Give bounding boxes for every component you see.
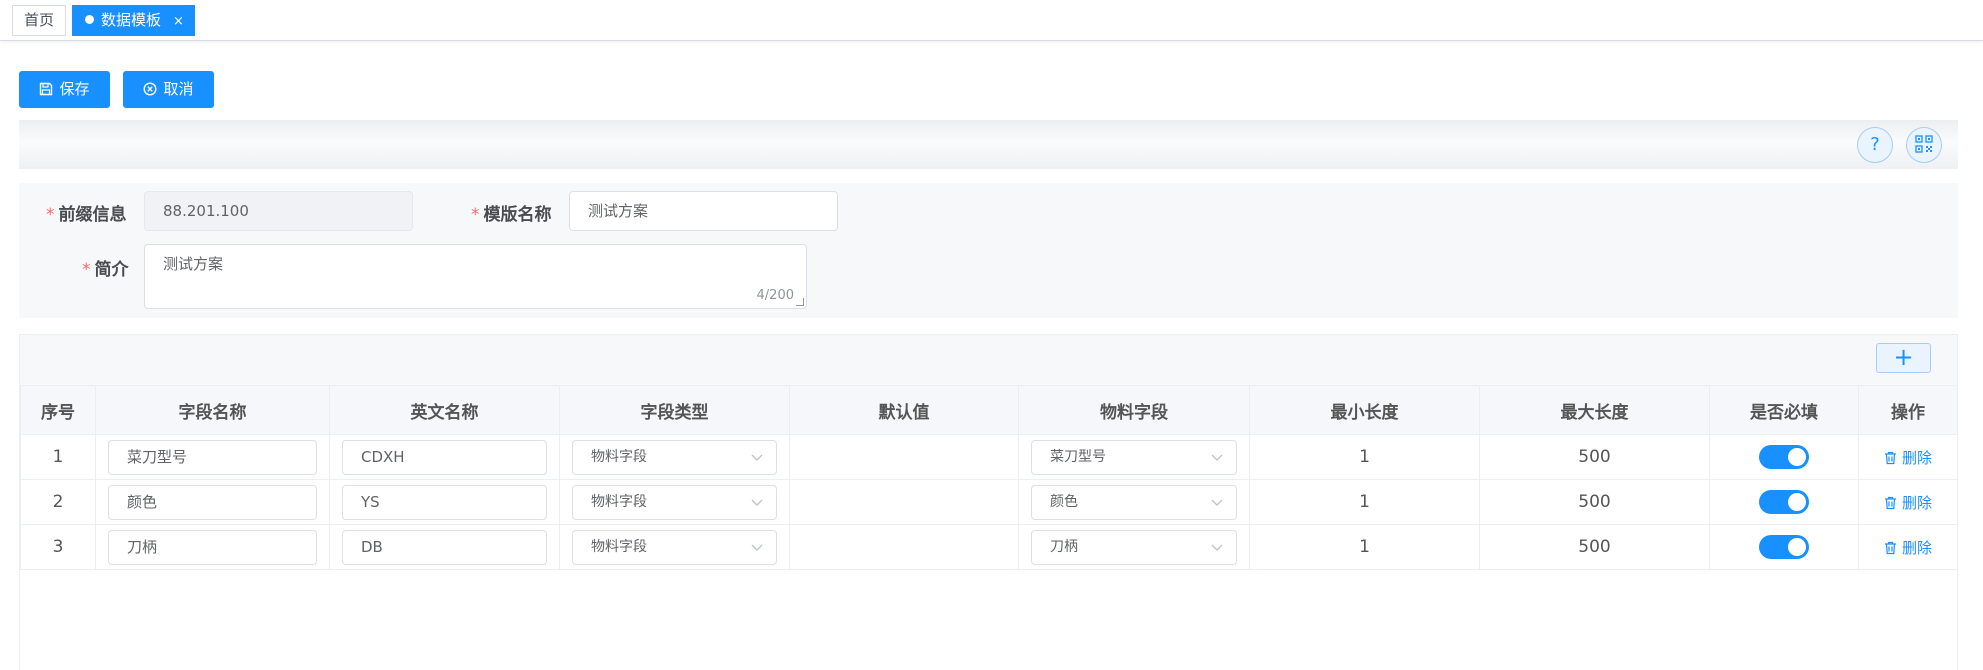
field-name-input[interactable]: 菜刀型号 xyxy=(108,439,317,475)
material-field-value: 菜刀型号 xyxy=(1050,448,1106,465)
resize-handle[interactable] xyxy=(796,298,804,306)
col-index: 序号 xyxy=(20,385,96,435)
tab-data-template[interactable]: 数据模板 × xyxy=(72,5,195,36)
material-field-value: 颜色 xyxy=(1050,493,1078,510)
table-row: 2 颜色 YS 物料字段 颜色 1 500 删除 xyxy=(20,479,1958,525)
field-name-input[interactable]: 颜色 xyxy=(108,484,317,520)
col-max-length: 最大长度 xyxy=(1479,385,1710,435)
min-length: 1 xyxy=(1249,434,1480,480)
default-value-cell[interactable] xyxy=(789,434,1019,480)
chevron-down-icon xyxy=(751,544,763,551)
prefix-label: * 前缀信息 xyxy=(46,205,127,225)
trash-icon xyxy=(1884,451,1896,464)
field-type-value: 物料字段 xyxy=(591,448,647,465)
required-toggle[interactable] xyxy=(1759,535,1809,559)
qrcode-icon xyxy=(1915,135,1933,153)
save-button[interactable]: 保存 xyxy=(19,71,110,108)
row-index: 2 xyxy=(20,479,96,525)
max-length: 500 xyxy=(1479,524,1710,570)
chevron-down-icon xyxy=(751,499,763,506)
row-index: 1 xyxy=(20,434,96,480)
english-name-input[interactable]: YS xyxy=(342,484,547,520)
row-index: 3 xyxy=(20,524,96,570)
fields-panel: + 序号 字段名称 英文名称 字段类型 默认值 物料字段 最小长度 最大长度 是… xyxy=(19,334,1958,670)
toggle-knob xyxy=(1788,448,1806,466)
col-english-name: 英文名称 xyxy=(329,385,560,435)
cancel-button[interactable]: 取消 xyxy=(123,71,214,108)
delete-button[interactable]: 删除 xyxy=(1884,539,1932,557)
material-field-select[interactable]: 颜色 xyxy=(1031,484,1237,520)
col-default-value: 默认值 xyxy=(789,385,1019,435)
min-length: 1 xyxy=(1249,479,1480,525)
max-length: 500 xyxy=(1479,434,1710,480)
char-counter: 4/200 xyxy=(756,288,794,303)
required-toggle[interactable] xyxy=(1759,445,1809,469)
delete-button[interactable]: 删除 xyxy=(1884,449,1932,467)
plus-icon: + xyxy=(1893,343,1914,371)
english-name-input[interactable]: DB xyxy=(342,529,547,565)
save-icon xyxy=(40,82,53,96)
required-star: * xyxy=(82,260,91,280)
delete-label: 删除 xyxy=(1901,538,1932,557)
table-header-row: 序号 字段名称 英文名称 字段类型 默认值 物料字段 最小长度 最大长度 是否必… xyxy=(20,385,1958,435)
template-name-input[interactable]: 测试方案 xyxy=(569,191,838,231)
tab-label: 数据模板 xyxy=(101,11,162,29)
col-field-name: 字段名称 xyxy=(95,385,330,435)
panel-header: + xyxy=(20,335,1957,385)
required-toggle[interactable] xyxy=(1759,490,1809,514)
chevron-down-icon xyxy=(1211,544,1223,551)
info-strip xyxy=(19,120,1958,169)
english-name-input[interactable]: CDXH xyxy=(342,439,547,475)
required-star: * xyxy=(471,205,480,225)
chevron-down-icon xyxy=(751,454,763,461)
question-icon: ? xyxy=(1870,134,1880,155)
field-type-value: 物料字段 xyxy=(591,538,647,555)
col-action: 操作 xyxy=(1858,385,1958,435)
toggle-knob xyxy=(1788,493,1806,511)
delete-label: 删除 xyxy=(1901,448,1932,467)
delete-button[interactable]: 删除 xyxy=(1884,494,1932,512)
field-type-select[interactable]: 物料字段 xyxy=(572,529,777,565)
required-star: * xyxy=(46,205,55,225)
table-row: 3 刀柄 DB 物料字段 刀柄 1 500 删除 xyxy=(20,524,1958,570)
summary-label: * 简介 xyxy=(82,260,129,280)
active-dot-icon xyxy=(85,15,94,24)
toggle-knob xyxy=(1788,538,1806,556)
template-name-label: * 模版名称 xyxy=(471,205,552,225)
delete-label: 删除 xyxy=(1901,493,1932,512)
col-material-field: 物料字段 xyxy=(1018,385,1250,435)
trash-icon xyxy=(1884,541,1896,554)
min-length: 1 xyxy=(1249,524,1480,570)
cancel-label: 取消 xyxy=(163,80,194,98)
default-value-cell[interactable] xyxy=(789,479,1019,525)
help-button[interactable]: ? xyxy=(1857,127,1893,163)
fields-table: 序号 字段名称 英文名称 字段类型 默认值 物料字段 最小长度 最大长度 是否必… xyxy=(20,385,1958,570)
table-row: 1 菜刀型号 CDXH 物料字段 菜刀型号 1 500 删除 xyxy=(20,434,1958,480)
summary-textarea[interactable]: 测试方案 4/200 xyxy=(144,244,807,309)
add-row-button[interactable]: + xyxy=(1876,343,1931,373)
tab-bar: 首页 数据模板 × xyxy=(0,0,1983,41)
cancel-icon xyxy=(143,82,157,96)
field-type-select[interactable]: 物料字段 xyxy=(572,484,777,520)
col-min-length: 最小长度 xyxy=(1249,385,1480,435)
col-required: 是否必填 xyxy=(1709,385,1859,435)
close-icon[interactable]: × xyxy=(173,14,184,29)
qrcode-button[interactable] xyxy=(1906,127,1942,163)
field-type-select[interactable]: 物料字段 xyxy=(572,439,777,475)
max-length: 500 xyxy=(1479,479,1710,525)
summary-text: 测试方案 xyxy=(163,255,224,273)
field-type-value: 物料字段 xyxy=(591,493,647,510)
material-field-select[interactable]: 菜刀型号 xyxy=(1031,439,1237,475)
material-field-value: 刀柄 xyxy=(1050,538,1078,555)
chevron-down-icon xyxy=(1211,454,1223,461)
prefix-input: 88.201.100 xyxy=(144,191,413,231)
material-field-select[interactable]: 刀柄 xyxy=(1031,529,1237,565)
save-label: 保存 xyxy=(59,80,90,98)
default-value-cell[interactable] xyxy=(789,524,1019,570)
chevron-down-icon xyxy=(1211,499,1223,506)
tab-home[interactable]: 首页 xyxy=(12,5,67,36)
col-field-type: 字段类型 xyxy=(559,385,790,435)
field-name-input[interactable]: 刀柄 xyxy=(108,529,317,565)
trash-icon xyxy=(1884,496,1896,509)
